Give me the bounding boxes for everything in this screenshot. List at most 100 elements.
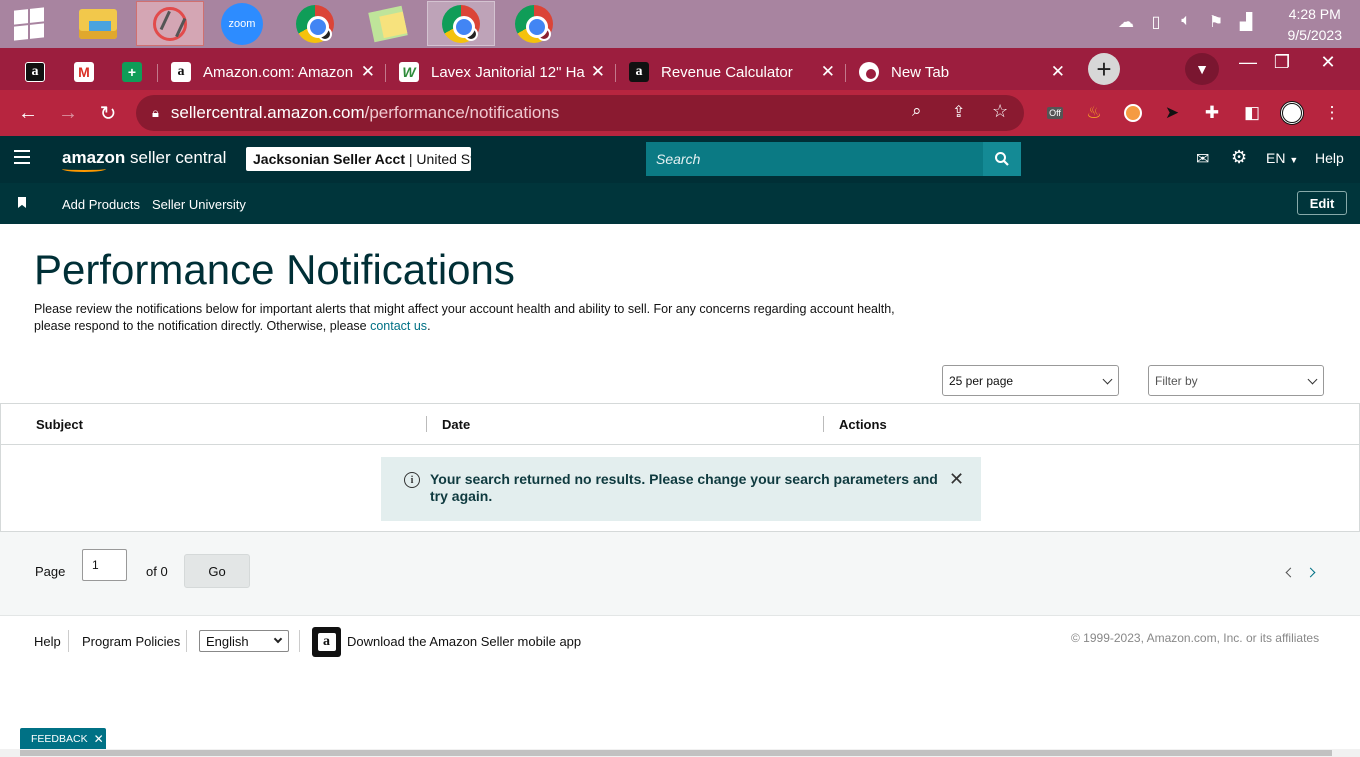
back-button[interactable]: ← — [13, 98, 43, 128]
bookmark-star-icon[interactable]: ☆ — [992, 101, 1008, 122]
seller-central-logo[interactable]: amazon seller central — [62, 148, 226, 172]
tab-amazon[interactable]: a Amazon.com: Amazon ✕ — [157, 54, 385, 90]
sticky-notes-icon — [368, 5, 408, 42]
signal-icon[interactable]: ▟ — [1236, 12, 1256, 32]
amazon-seller-app-icon[interactable]: a — [312, 627, 341, 657]
weather-icon[interactable]: ☁ — [1116, 12, 1136, 32]
tab-lavex[interactable]: W Lavex Janitorial 12" Ha ✕ — [385, 54, 615, 90]
footer-help-link[interactable]: Help — [34, 634, 61, 649]
download-app-link[interactable]: Download the Amazon Seller mobile app — [347, 634, 581, 649]
close-tab-icon[interactable]: ✕ — [1051, 62, 1065, 82]
extension-off-icon[interactable]: Off — [1042, 100, 1068, 126]
language-selector[interactable]: EN ▼ — [1266, 150, 1298, 166]
tab-revenue-calculator[interactable]: a Revenue Calculator ✕ — [615, 54, 845, 90]
reload-button[interactable]: ↻ — [93, 98, 123, 128]
arrow-left-icon: ← — [18, 101, 38, 124]
filter-by-select[interactable]: Filter by — [1148, 365, 1324, 396]
dismiss-alert-icon[interactable]: ✕ — [949, 469, 964, 490]
reload-icon: ↻ — [99, 102, 117, 125]
horizontal-scrollbar[interactable] — [0, 749, 1360, 757]
tab-title: Amazon.com: Amazon — [203, 63, 354, 81]
taskbar-file-explorer[interactable] — [64, 1, 132, 46]
settings-gear-icon[interactable]: ⚙ — [1231, 147, 1247, 168]
close-tab-icon[interactable]: ✕ — [821, 62, 835, 82]
next-page-icon[interactable] — [1305, 567, 1316, 578]
bookmark-icon[interactable] — [18, 197, 26, 208]
contact-us-link[interactable]: contact us — [370, 319, 427, 333]
volume-icon[interactable]: 🔈︎ — [1176, 12, 1196, 30]
taskbar-sticky-notes[interactable] — [354, 1, 422, 46]
footer-program-policies-link[interactable]: Program Policies — [82, 634, 180, 649]
tab-new-tab[interactable]: New Tab ✕ — [845, 54, 1075, 90]
taskbar-zoom[interactable]: zoom — [208, 1, 276, 46]
column-date[interactable]: Date — [442, 417, 470, 432]
chrome-icon — [859, 62, 879, 82]
google-sheets-icon: + — [122, 62, 142, 82]
arrow-right-icon: → — [58, 101, 78, 124]
profile-avatar[interactable] — [1279, 100, 1305, 126]
pinned-tab-amazon[interactable]: a — [12, 54, 58, 90]
account-switcher[interactable]: Jacksonian Seller Acct | United States — [246, 147, 471, 171]
chevron-down-icon — [273, 634, 283, 644]
messages-envelope-icon[interactable]: ✉ — [1196, 149, 1209, 169]
windows-start-button[interactable] — [0, 1, 58, 46]
taskbar-chrome-2[interactable] — [427, 1, 495, 46]
zoom-magnifier-icon[interactable]: ⌕ — [912, 101, 922, 121]
amazon-icon: a — [629, 62, 649, 82]
close-feedback-icon[interactable]: ✕ — [94, 732, 104, 746]
close-window-button[interactable]: ✕ — [1308, 48, 1348, 76]
taskbar-chrome-1[interactable] — [281, 1, 349, 46]
page-count-label: of 0 — [146, 564, 168, 579]
extension-circle-icon[interactable] — [1120, 100, 1146, 126]
close-tab-icon[interactable]: ✕ — [361, 62, 375, 82]
chrome-menu-icon[interactable]: ⋮ — [1319, 100, 1345, 126]
chevron-down-icon: ▼ — [1195, 61, 1209, 77]
per-page-select[interactable]: 25 per page — [942, 365, 1119, 396]
footer-language-select[interactable]: English — [199, 630, 289, 652]
folder-icon — [79, 8, 117, 39]
clock-time: 4:28 PM — [1288, 6, 1341, 22]
go-button[interactable]: Go — [184, 554, 250, 588]
pinned-tab-sheets[interactable]: + — [109, 54, 155, 90]
share-icon[interactable]: ⇪ — [952, 102, 965, 122]
close-tab-icon[interactable]: ✕ — [591, 62, 605, 82]
tab-search-button[interactable]: ▼ — [1185, 53, 1219, 85]
column-actions: Actions — [839, 417, 887, 432]
browser-tab-strip: a M + a Amazon.com: Amazon ✕ W Lavex Jan… — [0, 48, 1360, 90]
battery-icon[interactable]: ▯ — [1146, 12, 1166, 32]
help-link[interactable]: Help — [1315, 150, 1344, 166]
info-icon: i — [404, 472, 420, 488]
search-button[interactable] — [983, 142, 1021, 176]
page-number-input[interactable]: 1 — [82, 549, 127, 581]
column-subject[interactable]: Subject — [36, 417, 83, 432]
chrome-icon — [442, 4, 480, 43]
side-panel-icon[interactable]: ◧ — [1239, 100, 1265, 126]
snipping-tool-icon — [153, 6, 187, 41]
network-disconnected-icon[interactable]: ⚑ — [1206, 12, 1226, 32]
nav-seller-university[interactable]: Seller University — [152, 197, 246, 212]
taskbar-snipping-tool[interactable] — [136, 1, 204, 46]
address-bar[interactable]: 🔒︎ sellercentral.amazon.com/performance/… — [136, 95, 1024, 131]
new-tab-button[interactable]: + — [1088, 53, 1120, 85]
extensions-puzzle-icon[interactable]: ✚ — [1199, 100, 1225, 126]
extension-cursor-icon[interactable]: ➤ — [1159, 100, 1185, 126]
seller-search-input[interactable]: Search — [646, 142, 983, 176]
page-label: Page — [35, 564, 66, 579]
edit-nav-button[interactable]: Edit — [1297, 191, 1347, 215]
seller-central-nav: Add Products Seller University — [0, 183, 1360, 224]
pinned-tab-gmail[interactable]: M — [61, 54, 107, 90]
extension-flame-icon[interactable]: ♨ — [1081, 100, 1107, 126]
previous-page-icon[interactable] — [1285, 567, 1296, 578]
pagination-bar: Page 1 of 0 Go — [0, 532, 1360, 616]
windows-taskbar: zoom ☁ ▯ 🔈︎ ⚑ ▟ 4:28 PM 9/5/2023 — [0, 0, 1360, 48]
lock-icon[interactable]: 🔒︎ — [152, 105, 159, 121]
taskbar-chrome-3[interactable] — [500, 1, 568, 46]
taskbar-clock[interactable]: 4:28 PM 9/5/2023 — [1288, 4, 1343, 46]
restore-button[interactable]: ❐ — [1262, 48, 1302, 76]
feedback-button[interactable]: FEEDBACK ✕ — [20, 728, 106, 749]
gmail-icon: M — [74, 62, 94, 82]
forward-button[interactable]: → — [53, 98, 83, 128]
tab-title: New Tab — [891, 63, 950, 81]
nav-add-products[interactable]: Add Products — [62, 197, 140, 212]
hamburger-menu-icon[interactable] — [14, 150, 30, 164]
